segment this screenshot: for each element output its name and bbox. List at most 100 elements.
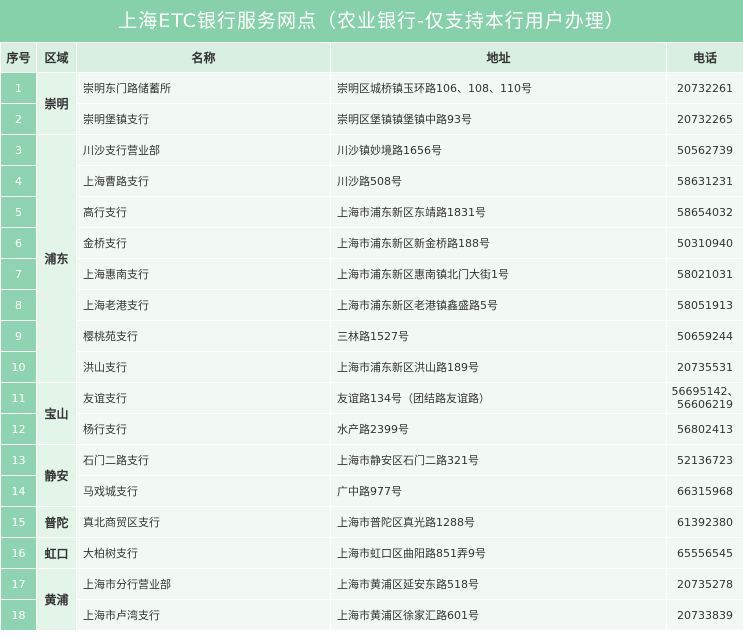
table-row: 17 黄浦 上海市分行营业部 上海市黄浦区延安东路518号 20735278 <box>0 568 743 631</box>
branch-name: 川沙支行营业部 <box>76 134 331 166</box>
branch-name: 上海老港支行 <box>76 289 331 321</box>
branch-name: 大柏树支行 <box>76 537 331 569</box>
branch-name: 杨行支行 <box>76 413 331 445</box>
branch-address: 崇明区城桥镇玉环路106、108、110号 <box>330 72 667 104</box>
branch-name: 上海惠南支行 <box>76 258 331 290</box>
row-seq: 18 <box>0 599 37 631</box>
branch-address: 广中路977号 <box>330 475 667 507</box>
branch-phone: 56802413 <box>666 413 743 445</box>
header-area: 区域 <box>36 42 77 73</box>
table-header-row: 序号 区域 名称 地址 电话 <box>0 42 743 73</box>
table-row: 7 上海惠南支行 上海市浦东新区惠南镇北门大街1号 58021031 <box>0 258 743 290</box>
branch-name: 金桥支行 <box>76 227 331 259</box>
branch-name: 友谊支行 <box>76 382 331 414</box>
branch-address: 上海市黄浦区徐家汇路601号 <box>330 599 667 631</box>
table-row: 8 上海老港支行 上海市浦东新区老港镇鑫盛路5号 58051913 <box>0 289 743 321</box>
table-row: 2 崇明堡镇支行 崇明区堡镇镇堡镇中路93号 20732265 <box>0 103 743 135</box>
branch-phone: 20733839 <box>666 599 743 631</box>
branch-address: 川沙镇妙境路1656号 <box>330 134 667 166</box>
branch-address: 上海市浦东新区老港镇鑫盛路5号 <box>330 289 667 321</box>
table-row: 1 崇明 崇明东门路储蓄所 崇明区城桥镇玉环路106、108、110号 2073… <box>0 72 743 135</box>
row-seq: 10 <box>0 351 37 383</box>
row-seq: 12 <box>0 413 37 445</box>
branch-name: 高行支行 <box>76 196 331 228</box>
phone-line-2: 56606219 <box>677 398 733 411</box>
page-title: 上海ETC银行服务网点（农业银行-仅支持本行用户办理） <box>0 0 743 42</box>
row-seq: 17 <box>0 568 37 600</box>
branch-address: 崇明区堡镇镇堡镇中路93号 <box>330 103 667 135</box>
branch-name: 上海曹路支行 <box>76 165 331 197</box>
table-row: 3 浦东 川沙支行营业部 川沙镇妙境路1656号 50562739 <box>0 134 743 383</box>
branch-address: 上海市静安区石门二路321号 <box>330 444 667 476</box>
header-seq: 序号 <box>0 42 37 73</box>
branch-phone: 58051913 <box>666 289 743 321</box>
header-name: 名称 <box>76 42 331 73</box>
branch-phone: 58631231 <box>666 165 743 197</box>
header-address: 地址 <box>330 42 667 73</box>
region-cell: 虹口 <box>36 537 77 569</box>
branch-address: 水产路2399号 <box>330 413 667 445</box>
table-row: 5 高行支行 上海市浦东新区东靖路1831号 58654032 <box>0 196 743 228</box>
row-seq: 8 <box>0 289 37 321</box>
branch-phone: 20735531 <box>666 351 743 383</box>
header-phone: 电话 <box>666 42 743 73</box>
branch-phone: 20735278 <box>666 568 743 600</box>
row-seq: 4 <box>0 165 37 197</box>
branch-phone: 65556545 <box>666 537 743 569</box>
branch-address: 上海市浦东新区新金桥路188号 <box>330 227 667 259</box>
table-row: 9 樱桃苑支行 三林路1527号 50659244 <box>0 320 743 352</box>
branch-name: 马戏城支行 <box>76 475 331 507</box>
region-cell: 崇明 <box>36 72 77 135</box>
table-row: 16 虹口 大柏树支行 上海市虹口区曲阳路851弄9号 65556545 <box>0 537 743 569</box>
table-row: 14 马戏城支行 广中路977号 66315968 <box>0 475 743 507</box>
row-seq: 5 <box>0 196 37 228</box>
branch-address: 上海市虹口区曲阳路851弄9号 <box>330 537 667 569</box>
branch-name: 石门二路支行 <box>76 444 331 476</box>
branch-table: 序号 区域 名称 地址 电话 1 崇明 崇明东门路储蓄所 崇明区城桥镇玉环路10… <box>0 42 743 631</box>
table-row: 6 金桥支行 上海市浦东新区新金桥路188号 50310940 <box>0 227 743 259</box>
branch-name: 真北商贸区支行 <box>76 506 331 538</box>
region-cell: 普陀 <box>36 506 77 538</box>
branch-phone: 58654032 <box>666 196 743 228</box>
branch-phone: 50659244 <box>666 320 743 352</box>
branch-phone: 50562739 <box>666 134 743 166</box>
region-cell: 静安 <box>36 444 77 507</box>
table-row: 15 普陀 真北商贸区支行 上海市普陀区真光路1288号 61392380 <box>0 506 743 538</box>
region-cell: 浦东 <box>36 134 77 383</box>
branch-address: 川沙路508号 <box>330 165 667 197</box>
branch-address: 上海市黄浦区延安东路518号 <box>330 568 667 600</box>
branch-name: 樱桃苑支行 <box>76 320 331 352</box>
row-seq: 2 <box>0 103 37 135</box>
branch-name: 上海市分行营业部 <box>76 568 331 600</box>
branch-address: 上海市普陀区真光路1288号 <box>330 506 667 538</box>
table-row: 4 上海曹路支行 川沙路508号 58631231 <box>0 165 743 197</box>
table-row: 12 杨行支行 水产路2399号 56802413 <box>0 413 743 445</box>
table-row: 11 宝山 友谊支行 友谊路134号（团结路友谊路） 56695142、 566… <box>0 382 743 445</box>
branch-phone: 56695142、 56606219 <box>666 382 743 414</box>
branch-name: 崇明东门路储蓄所 <box>76 72 331 104</box>
branch-phone: 20732261 <box>666 72 743 104</box>
row-seq: 3 <box>0 134 37 166</box>
branch-name: 洪山支行 <box>76 351 331 383</box>
row-seq: 16 <box>0 537 37 569</box>
row-seq: 6 <box>0 227 37 259</box>
branch-address: 上海市浦东新区洪山路189号 <box>330 351 667 383</box>
branch-address: 上海市浦东新区惠南镇北门大街1号 <box>330 258 667 290</box>
table-row: 13 静安 石门二路支行 上海市静安区石门二路321号 52136723 <box>0 444 743 507</box>
table-row: 10 洪山支行 上海市浦东新区洪山路189号 20735531 <box>0 351 743 383</box>
branch-address: 友谊路134号（团结路友谊路） <box>330 382 667 414</box>
table-row: 18 上海市卢湾支行 上海市黄浦区徐家汇路601号 20733839 <box>0 599 743 631</box>
branch-phone: 20732265 <box>666 103 743 135</box>
branch-phone: 52136723 <box>666 444 743 476</box>
branch-phone: 66315968 <box>666 475 743 507</box>
phone-line-1: 56695142、 <box>671 385 739 398</box>
row-seq: 14 <box>0 475 37 507</box>
branch-name: 崇明堡镇支行 <box>76 103 331 135</box>
row-seq: 1 <box>0 72 37 104</box>
row-seq: 7 <box>0 258 37 290</box>
branch-phone: 58021031 <box>666 258 743 290</box>
branch-phone: 50310940 <box>666 227 743 259</box>
row-seq: 9 <box>0 320 37 352</box>
row-seq: 13 <box>0 444 37 476</box>
region-cell: 宝山 <box>36 382 77 445</box>
